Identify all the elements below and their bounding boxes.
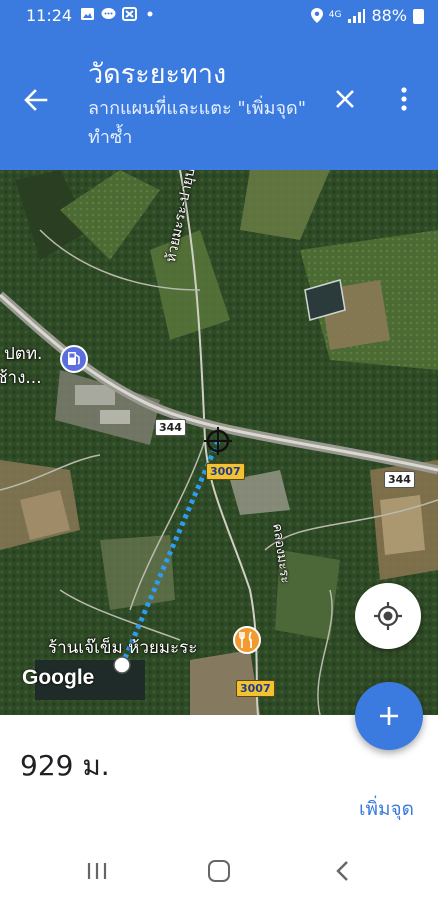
status-time: 11:24 — [26, 6, 73, 25]
back-arrow-icon[interactable] — [18, 82, 54, 118]
restaurant-pin-icon[interactable] — [232, 625, 262, 655]
home-icon[interactable] — [208, 860, 230, 882]
page-subtitle: ลากแผนที่และแตะ "เพิ่มจุด" ทำซ้ำ — [88, 98, 307, 148]
more-vert-icon[interactable] — [392, 84, 416, 114]
add-point-button[interactable]: เพิ่มจุด — [359, 794, 414, 824]
system-nav-bar — [0, 840, 438, 900]
network-type: 4G — [328, 10, 342, 20]
add-point-fab[interactable] — [355, 682, 423, 750]
nav-back-icon[interactable] — [334, 860, 350, 882]
route-shield-3007-south: 3007 — [236, 680, 275, 697]
route-shield-3007: 3007 — [206, 463, 245, 480]
battery-icon — [413, 9, 424, 24]
distance-readout: 929 ม. — [20, 749, 110, 782]
dot-icon — [147, 11, 153, 17]
google-attribution: Google — [22, 666, 95, 689]
route-shield-344: 344 — [155, 419, 186, 436]
route-shield-344-east: 344 — [384, 471, 415, 488]
app-header: วัดระยะทาง ลากแผนที่และแตะ "เพิ่มจุด" ทำ… — [0, 32, 438, 170]
location-icon — [310, 8, 323, 23]
status-left-icons — [80, 7, 158, 21]
plus-icon — [380, 707, 398, 725]
my-location-icon — [374, 602, 402, 630]
status-right: 4G 88% — [310, 6, 424, 25]
fuel-station-pin-icon[interactable] — [59, 344, 89, 374]
my-location-button[interactable] — [355, 583, 421, 649]
page-title: วัดระยะทาง — [88, 59, 227, 90]
battery-percent: 88% — [371, 6, 407, 25]
satellite-map[interactable]: ห้วยมะระ-ปายุบ คลองมะระ ปตท. ช้าง... ร้า… — [0, 170, 438, 715]
fuel-station-name-2: ช้าง... — [0, 368, 42, 388]
recents-icon[interactable] — [86, 862, 108, 880]
status-bar: 11:24 4G 88% — [0, 0, 438, 32]
fuel-station-name: ปตท. — [4, 344, 43, 364]
signal-icon — [348, 8, 366, 23]
close-icon[interactable] — [330, 84, 360, 114]
line-chat-icon — [101, 8, 116, 19]
app-icon — [122, 7, 137, 21]
gallery-icon — [81, 8, 94, 20]
place-name-label: ร้านเจ๊เข็ม ห้วยมะระ — [48, 638, 198, 658]
